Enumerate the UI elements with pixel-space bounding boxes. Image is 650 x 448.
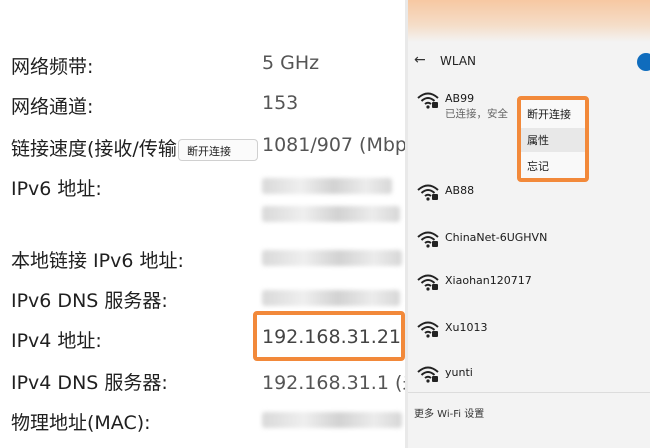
wlan-header: ← WLAN (408, 46, 650, 78)
wallpaper-band (408, 0, 650, 42)
prop-label: 物理地址(MAC): (11, 412, 151, 434)
network-name: Xiaohan120717 (445, 274, 532, 287)
wifi-secure-icon (417, 366, 439, 383)
network-name: yunti (445, 366, 473, 379)
redacted-link-local-ipv6 (262, 250, 402, 266)
redacted-ipv6-line-2 (262, 206, 400, 222)
network-properties-panel: 网络频带: 5 GHz 网络通道: 153 链接速度(接收/传输): 1081/… (0, 0, 408, 448)
network-item-ab88[interactable]: AB88 (408, 174, 650, 216)
ipv4-highlight-box (253, 311, 405, 361)
wifi-secure-icon (417, 184, 439, 201)
wifi-secure-icon (417, 92, 439, 109)
network-name: AB99 (445, 92, 475, 105)
network-status: 已连接，安全 (445, 108, 508, 120)
prop-value: 1081/907 (Mbp (262, 134, 407, 156)
network-item-chinanet[interactable]: ChinaNet-6UGHVN (408, 221, 650, 263)
prop-label: 网络频带: (11, 56, 94, 78)
wlan-toggle[interactable] (637, 53, 650, 71)
prop-label: IPv4 地址: (11, 330, 102, 352)
network-item-xiaohan[interactable]: Xiaohan120717 (408, 264, 650, 306)
prop-row-channel: 网络通道: 153 (0, 86, 408, 126)
network-name: ChinaNet-6UGHVN (445, 231, 548, 244)
prop-row-band: 网络频带: 5 GHz (0, 46, 408, 86)
redacted-ipv6-dns (262, 290, 400, 306)
prop-value: 153 (262, 92, 299, 114)
network-context-menu: 断开连接 属性 忘记 (517, 96, 589, 182)
context-menu-properties[interactable]: 属性 (521, 128, 585, 152)
network-name: Xu1013 (445, 321, 488, 334)
prop-label: 本地链接 IPv6 地址: (11, 250, 184, 272)
wlan-title: WLAN (440, 54, 477, 68)
context-menu-disconnect[interactable]: 断开连接 (521, 102, 585, 126)
flyout-divider (408, 392, 650, 393)
network-name: AB88 (445, 184, 475, 197)
wlan-flyout: ← WLAN AB99 已连接，安全 断开连接 属性 忘记 AB88 China… (408, 0, 650, 448)
redacted-mac (262, 412, 402, 428)
back-arrow-icon[interactable]: ← (414, 52, 426, 68)
more-wifi-settings-link[interactable]: 更多 Wi-Fi 设置 (414, 405, 484, 420)
prop-label: IPv6 DNS 服务器: (11, 290, 168, 312)
prop-row-ipv4-dns: IPv4 DNS 服务器: 192.168.31.1 (未 (0, 362, 408, 402)
prop-label: 网络通道: (11, 96, 94, 118)
wifi-secure-icon (417, 321, 439, 338)
wifi-secure-icon (417, 231, 439, 248)
wifi-secure-icon (417, 274, 439, 291)
disconnect-button[interactable]: 断开连接 (178, 139, 258, 161)
network-item-xu1013[interactable]: Xu1013 (408, 311, 650, 353)
prop-label: IPv6 地址: (11, 178, 102, 200)
prop-label: IPv4 DNS 服务器: (11, 372, 168, 394)
redacted-ipv6-line-1 (262, 178, 392, 194)
prop-label: 链接速度(接收/传输): (11, 138, 191, 160)
prop-value: 192.168.31.1 (未 (262, 372, 408, 394)
prop-value: 5 GHz (262, 52, 320, 74)
